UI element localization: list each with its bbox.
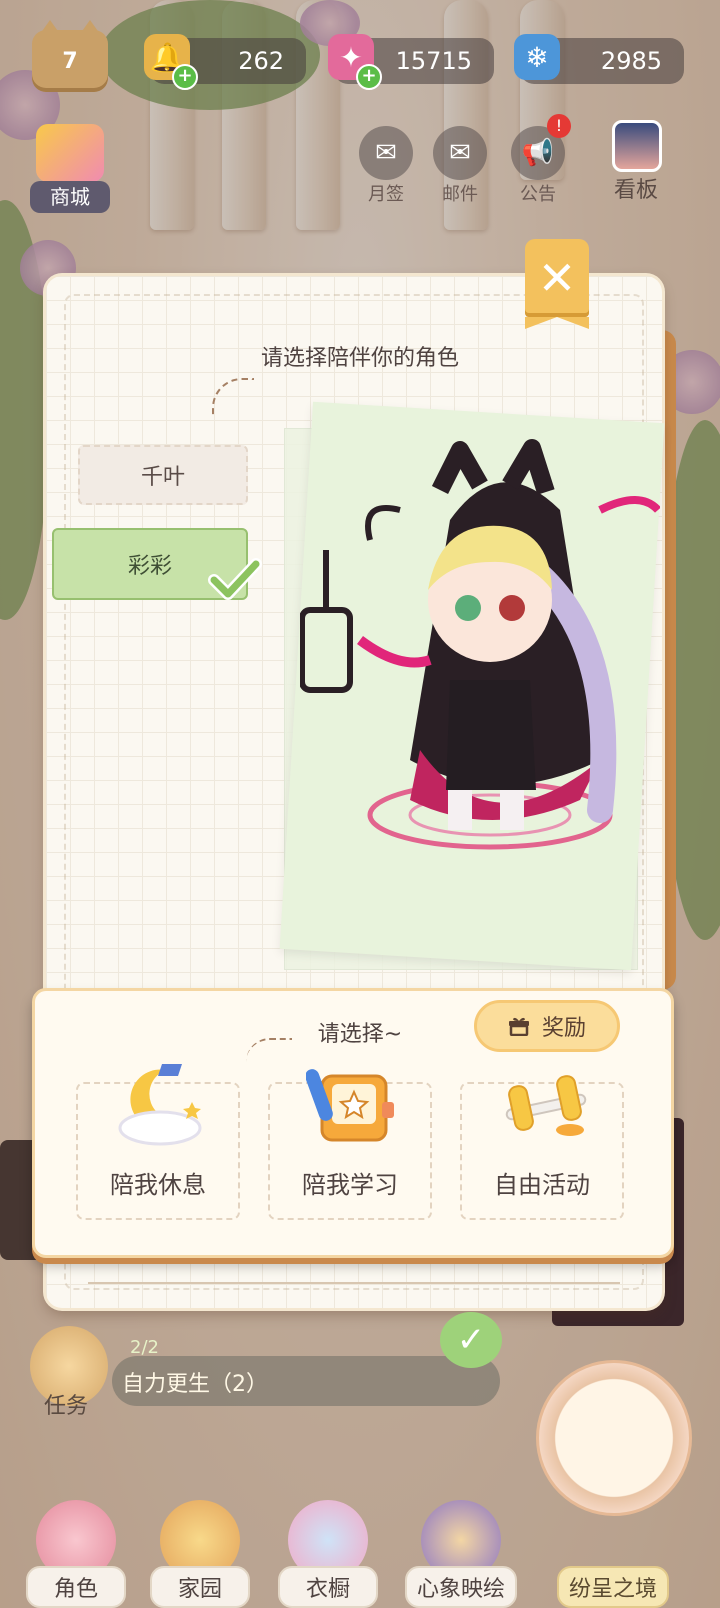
reward-button[interactable]: 奖励	[474, 1000, 620, 1052]
task-label: 任务	[44, 1394, 89, 1419]
nav-mind-image[interactable]: 心象映绘	[400, 1500, 522, 1608]
snowflake-icon: ❄	[514, 34, 560, 80]
character-name: 彩彩	[127, 554, 172, 579]
monthly-signin-button[interactable]: ✉ 月签	[356, 126, 416, 206]
nav-character[interactable]: 角色	[26, 1500, 126, 1608]
snowflake-currency[interactable]: ❄ 2985	[514, 34, 684, 84]
add-gem-button[interactable]: +	[356, 64, 382, 90]
board-avatar-icon[interactable]	[612, 120, 662, 172]
mail-button[interactable]: ✉ 邮件	[430, 126, 490, 206]
character-portrait	[300, 439, 660, 850]
nav-home-label: 家园	[150, 1566, 250, 1608]
option-rest-label: 陪我休息	[110, 1171, 206, 1199]
clock-emblem-icon	[536, 1360, 692, 1516]
mail-label: 邮件	[442, 184, 478, 205]
option-free[interactable]: 自由活动	[460, 1075, 624, 1220]
reward-label: 奖励	[541, 1016, 586, 1041]
shop-label: 商城	[50, 185, 90, 209]
nav-wardrobe-label: 衣橱	[278, 1566, 378, 1608]
bell-currency[interactable]: 🔔 + 262	[144, 34, 306, 90]
monthly-signin-label: 月签	[368, 184, 404, 205]
character-option-qianye[interactable]: 千叶	[78, 445, 248, 505]
nav-home[interactable]: 家园	[150, 1500, 250, 1608]
nav-wardrobe[interactable]: 衣橱	[278, 1500, 378, 1608]
option-study-label: 陪我学习	[302, 1171, 398, 1199]
board-button[interactable]: 看板	[604, 172, 668, 204]
nav-wonderland[interactable]: 纷呈之境	[538, 1500, 688, 1608]
announcement-button[interactable]: 📢 ! 公告	[508, 114, 571, 206]
level-badge[interactable]: 7	[32, 20, 108, 92]
announcement-label: 公告	[520, 184, 556, 205]
envelope-icon: ✉	[359, 126, 413, 180]
option-free-label: 自由活动	[494, 1171, 590, 1199]
task-title: 自力更生（2）	[122, 1372, 268, 1397]
selected-check-icon	[208, 558, 262, 600]
dumbbell-icon	[505, 1075, 587, 1136]
close-icon: ✕	[537, 251, 577, 305]
bell-amount: 262	[238, 47, 284, 75]
task-progress-count: 2/2	[130, 1337, 159, 1358]
nav-mind-image-label: 心象映绘	[404, 1566, 517, 1608]
alert-badge-icon: !	[547, 114, 571, 138]
shop-gift-icon[interactable]	[36, 124, 104, 182]
dialog-bottom-divider	[88, 1282, 620, 1284]
gem-currency[interactable]: ✦ + 15715	[328, 34, 494, 90]
character-name: 千叶	[140, 465, 185, 490]
option-rest[interactable]: 陪我休息	[76, 1064, 240, 1220]
shop-button[interactable]: 商城	[30, 181, 110, 213]
megaphone-icon: 📢 !	[511, 114, 571, 180]
notebook-pen-icon	[306, 1069, 394, 1142]
mail-icon: ✉	[433, 126, 487, 180]
gem-amount: 15715	[395, 47, 472, 75]
level-value: 7	[62, 48, 78, 74]
task-complete-check-icon[interactable]: ✓	[440, 1312, 502, 1368]
moon-cloud-icon	[118, 1064, 202, 1146]
dialog-prompt: 请选择陪伴你的角色	[260, 346, 459, 371]
snowflake-amount: 2985	[600, 47, 662, 75]
gift-icon	[508, 1017, 529, 1036]
option-study[interactable]: 陪我学习	[268, 1069, 432, 1220]
close-button[interactable]: ✕	[525, 239, 589, 329]
nav-wonderland-label: 纷呈之境	[556, 1566, 669, 1608]
nav-character-label: 角色	[26, 1566, 126, 1608]
add-bell-button[interactable]: +	[172, 64, 198, 90]
